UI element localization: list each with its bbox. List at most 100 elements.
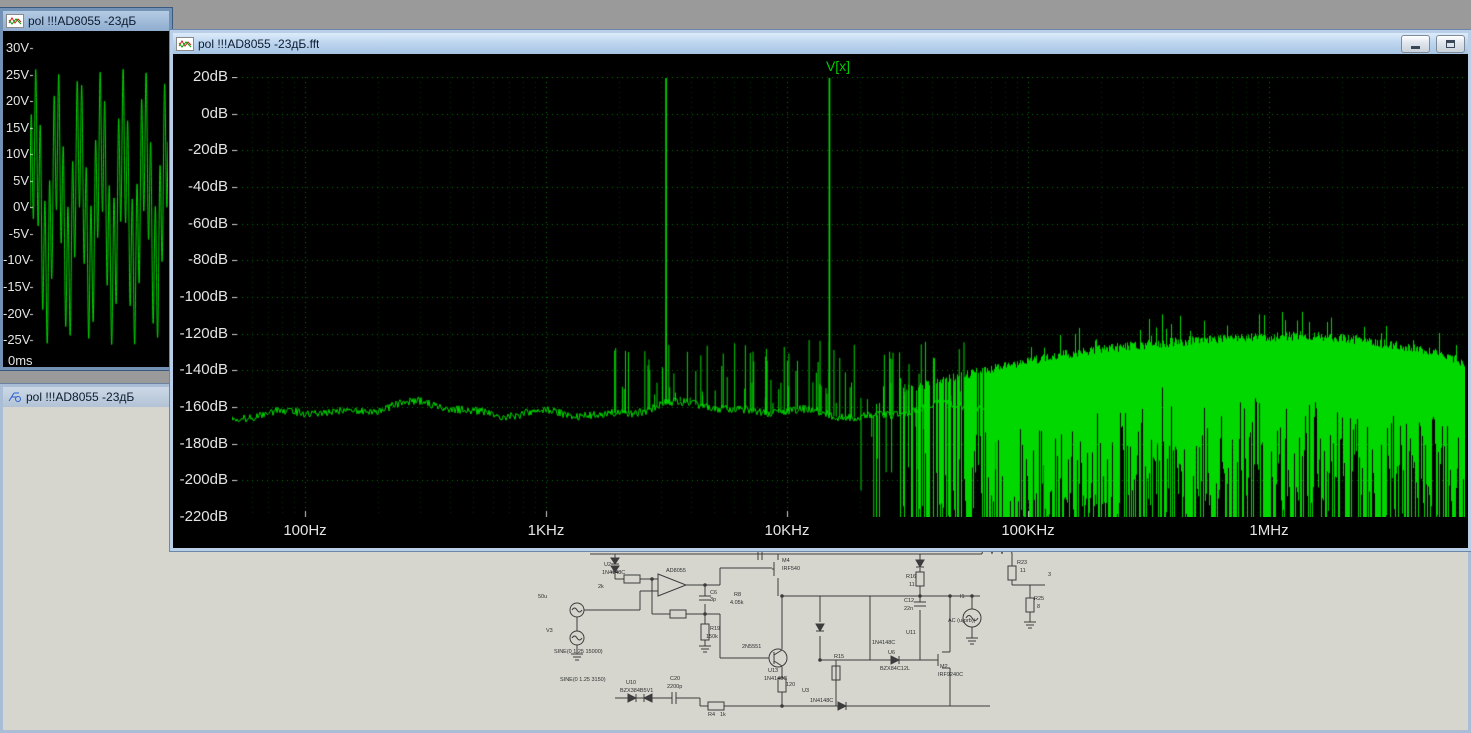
schematic-label: R4: [708, 712, 715, 718]
fft-y-tick-label: -160dB: [173, 398, 228, 416]
fft-y-tick-label: -80dB: [173, 251, 228, 269]
schematic-label: V3: [546, 628, 553, 634]
fft-plot-area: V[x] 20dB 0dB -20dB -40dB -60dB -80dB -100dB -1…: [173, 54, 1468, 548]
schematic-label: 2N5551: [742, 644, 761, 650]
schematic-label: R19: [710, 626, 720, 632]
fft-plot-canvas[interactable]: [232, 77, 1465, 517]
scope-y-tick-label: -15V: [3, 280, 29, 294]
schematic-label: 150k: [706, 634, 718, 640]
schematic-label: 11: [909, 582, 915, 588]
schematic-label: 3: [1048, 572, 1051, 578]
minimize-button[interactable]: [1401, 35, 1430, 53]
schematic-label: 50u: [538, 594, 547, 600]
fft-y-tick-label: -120dB: [173, 325, 228, 343]
schematic-label: 1N4148C: [602, 570, 625, 576]
scope-y-tick-label: -25V: [3, 333, 29, 347]
scope-window-title: pol !!!AD8055 -23дБ: [28, 14, 136, 28]
maximize-icon: [1446, 40, 1455, 48]
fft-window-titlebar[interactable]: pol !!!AD8055 -23дБ.fft: [173, 33, 1468, 54]
scope-y-tick-label: 5V: [3, 174, 29, 188]
schematic-label: M4: [782, 558, 790, 564]
scope-window-titlebar[interactable]: pol !!!AD8055 -23дБ: [3, 11, 169, 31]
minimize-icon: [1411, 46, 1420, 49]
fft-y-tick-label: 0dB: [173, 105, 228, 123]
fft-y-tick-label: -140dB: [173, 361, 228, 379]
schematic-label: R23: [1017, 560, 1027, 566]
scope-plot-canvas[interactable]: [30, 43, 168, 351]
schematic-label: R16: [906, 574, 916, 580]
fft-y-tick-label: -100dB: [173, 288, 228, 306]
schematic-label: IRF540: [782, 566, 800, 572]
schematic-label: BZX384B5V1: [620, 688, 653, 694]
fft-y-tick-label: -60dB: [173, 215, 228, 233]
scope-plot-area: 30V 25V 20V 15V 10V 5V 0V -5V -10V -15V -20V -25V 0…: [3, 31, 169, 367]
scope-y-axis-labels: 30V 25V 20V 15V 10V 5V 0V -5V -10V -15V -20V -25V: [3, 31, 29, 367]
fft-y-tick-label: -20dB: [173, 141, 228, 159]
scope-y-tick-label: -20V: [3, 307, 29, 321]
schematic-label: C20: [670, 676, 680, 682]
schematic-label: 120: [786, 682, 795, 688]
schematic-drawing: U21N4148CAD80550.1µM4IRF5401N4148CC2R231…: [520, 538, 1085, 730]
waveform-icon: [176, 37, 194, 51]
scope-y-tick-label: 15V: [3, 121, 29, 135]
scope-y-tick-label: 0V: [3, 200, 29, 214]
schematic-label: M2: [940, 664, 948, 670]
desktop: { "colors": { "desktop_bg": "#9a9a9a", "…: [0, 0, 1471, 733]
schematic-label: U2: [604, 562, 611, 568]
schematic-label: BZX84C12L: [880, 666, 910, 672]
schematic-label: C6: [710, 590, 717, 596]
fft-x-tick-label: 10KHz: [764, 522, 809, 539]
scope-y-tick-label: 25V: [3, 68, 29, 82]
fft-window-title: pol !!!AD8055 -23дБ.fft: [198, 37, 319, 51]
schematic-label: 1N4148C: [872, 640, 895, 646]
fft-y-tick-label: -180dB: [173, 435, 228, 453]
fft-x-tick-label: 100KHz: [1001, 522, 1054, 539]
scope-y-tick-label: -10V: [3, 253, 29, 267]
schematic-icon: [6, 391, 22, 404]
schematic-label: 2200p: [667, 684, 682, 690]
schematic-label: 22n: [904, 606, 913, 612]
schematic-label: SINE(0 1.25 3150): [560, 677, 606, 683]
scope-y-tick-label: 30V: [3, 41, 29, 55]
schematic-label: U10: [626, 680, 636, 686]
scope-x-origin-label: 0ms: [8, 353, 33, 368]
fft-y-tick-label: 20dB: [173, 68, 228, 86]
scope-window: pol !!!AD8055 -23дБ 30V 25V 20V 15V 10V 5V 0V -…: [0, 8, 172, 370]
scope-y-tick-label: 20V: [3, 94, 29, 108]
schematic-label: AD8055: [666, 568, 686, 574]
schematic-label: C12: [904, 598, 914, 604]
schematic-label: AC (u(prb)): [948, 618, 976, 624]
schematic-label: I1: [960, 594, 965, 600]
fft-x-tick-label: 100Hz: [283, 522, 326, 539]
schematic-label: U3: [802, 688, 809, 694]
fft-x-tick-label: 1KHz: [528, 522, 565, 539]
fft-x-axis-labels: 100Hz 1KHz 10KHz 100KHz 1MHz: [173, 522, 1468, 544]
fft-window: pol !!!AD8055 -23дБ.fft V[x] 20dB 0dB -20d…: [170, 30, 1471, 551]
schematic-label: 1N4148C: [764, 676, 787, 682]
fft-y-tick-label: -40dB: [173, 178, 228, 196]
schematic-label: 3p: [710, 597, 716, 603]
schematic-wires: [570, 548, 1045, 710]
schematic-label: 4.05k: [730, 600, 744, 606]
schematic-label: 2k: [598, 584, 604, 590]
schematic-label: IRF9240C: [938, 672, 963, 678]
schematic-label: R8: [734, 592, 741, 598]
schematic-label: 1k: [720, 712, 726, 718]
maximize-button[interactable]: [1436, 35, 1465, 53]
fft-y-axis-labels: 20dB 0dB -20dB -40dB -60dB -80dB -100dB -120dB -…: [173, 54, 228, 548]
schematic-window-title: pol !!!AD8055 -23дБ: [26, 390, 134, 404]
waveform-icon: [6, 14, 24, 28]
schematic-label: R25: [1034, 596, 1044, 602]
schematic-label: 1N4148C: [810, 698, 833, 704]
schematic-label: U11: [906, 630, 916, 636]
scope-y-tick-label: -5V: [3, 227, 29, 241]
schematic-label: 8: [1037, 604, 1040, 610]
scope-y-tick-label: 10V: [3, 147, 29, 161]
schematic-label: U13: [768, 668, 778, 674]
fft-trace-label: V[x]: [826, 58, 850, 74]
schematic-label: R15: [834, 654, 844, 660]
fft-x-tick-label: 1MHz: [1249, 522, 1288, 539]
fft-y-tick-label: -200dB: [173, 471, 228, 489]
schematic-label: U6: [888, 650, 895, 656]
schematic-label: 11: [1020, 568, 1026, 574]
